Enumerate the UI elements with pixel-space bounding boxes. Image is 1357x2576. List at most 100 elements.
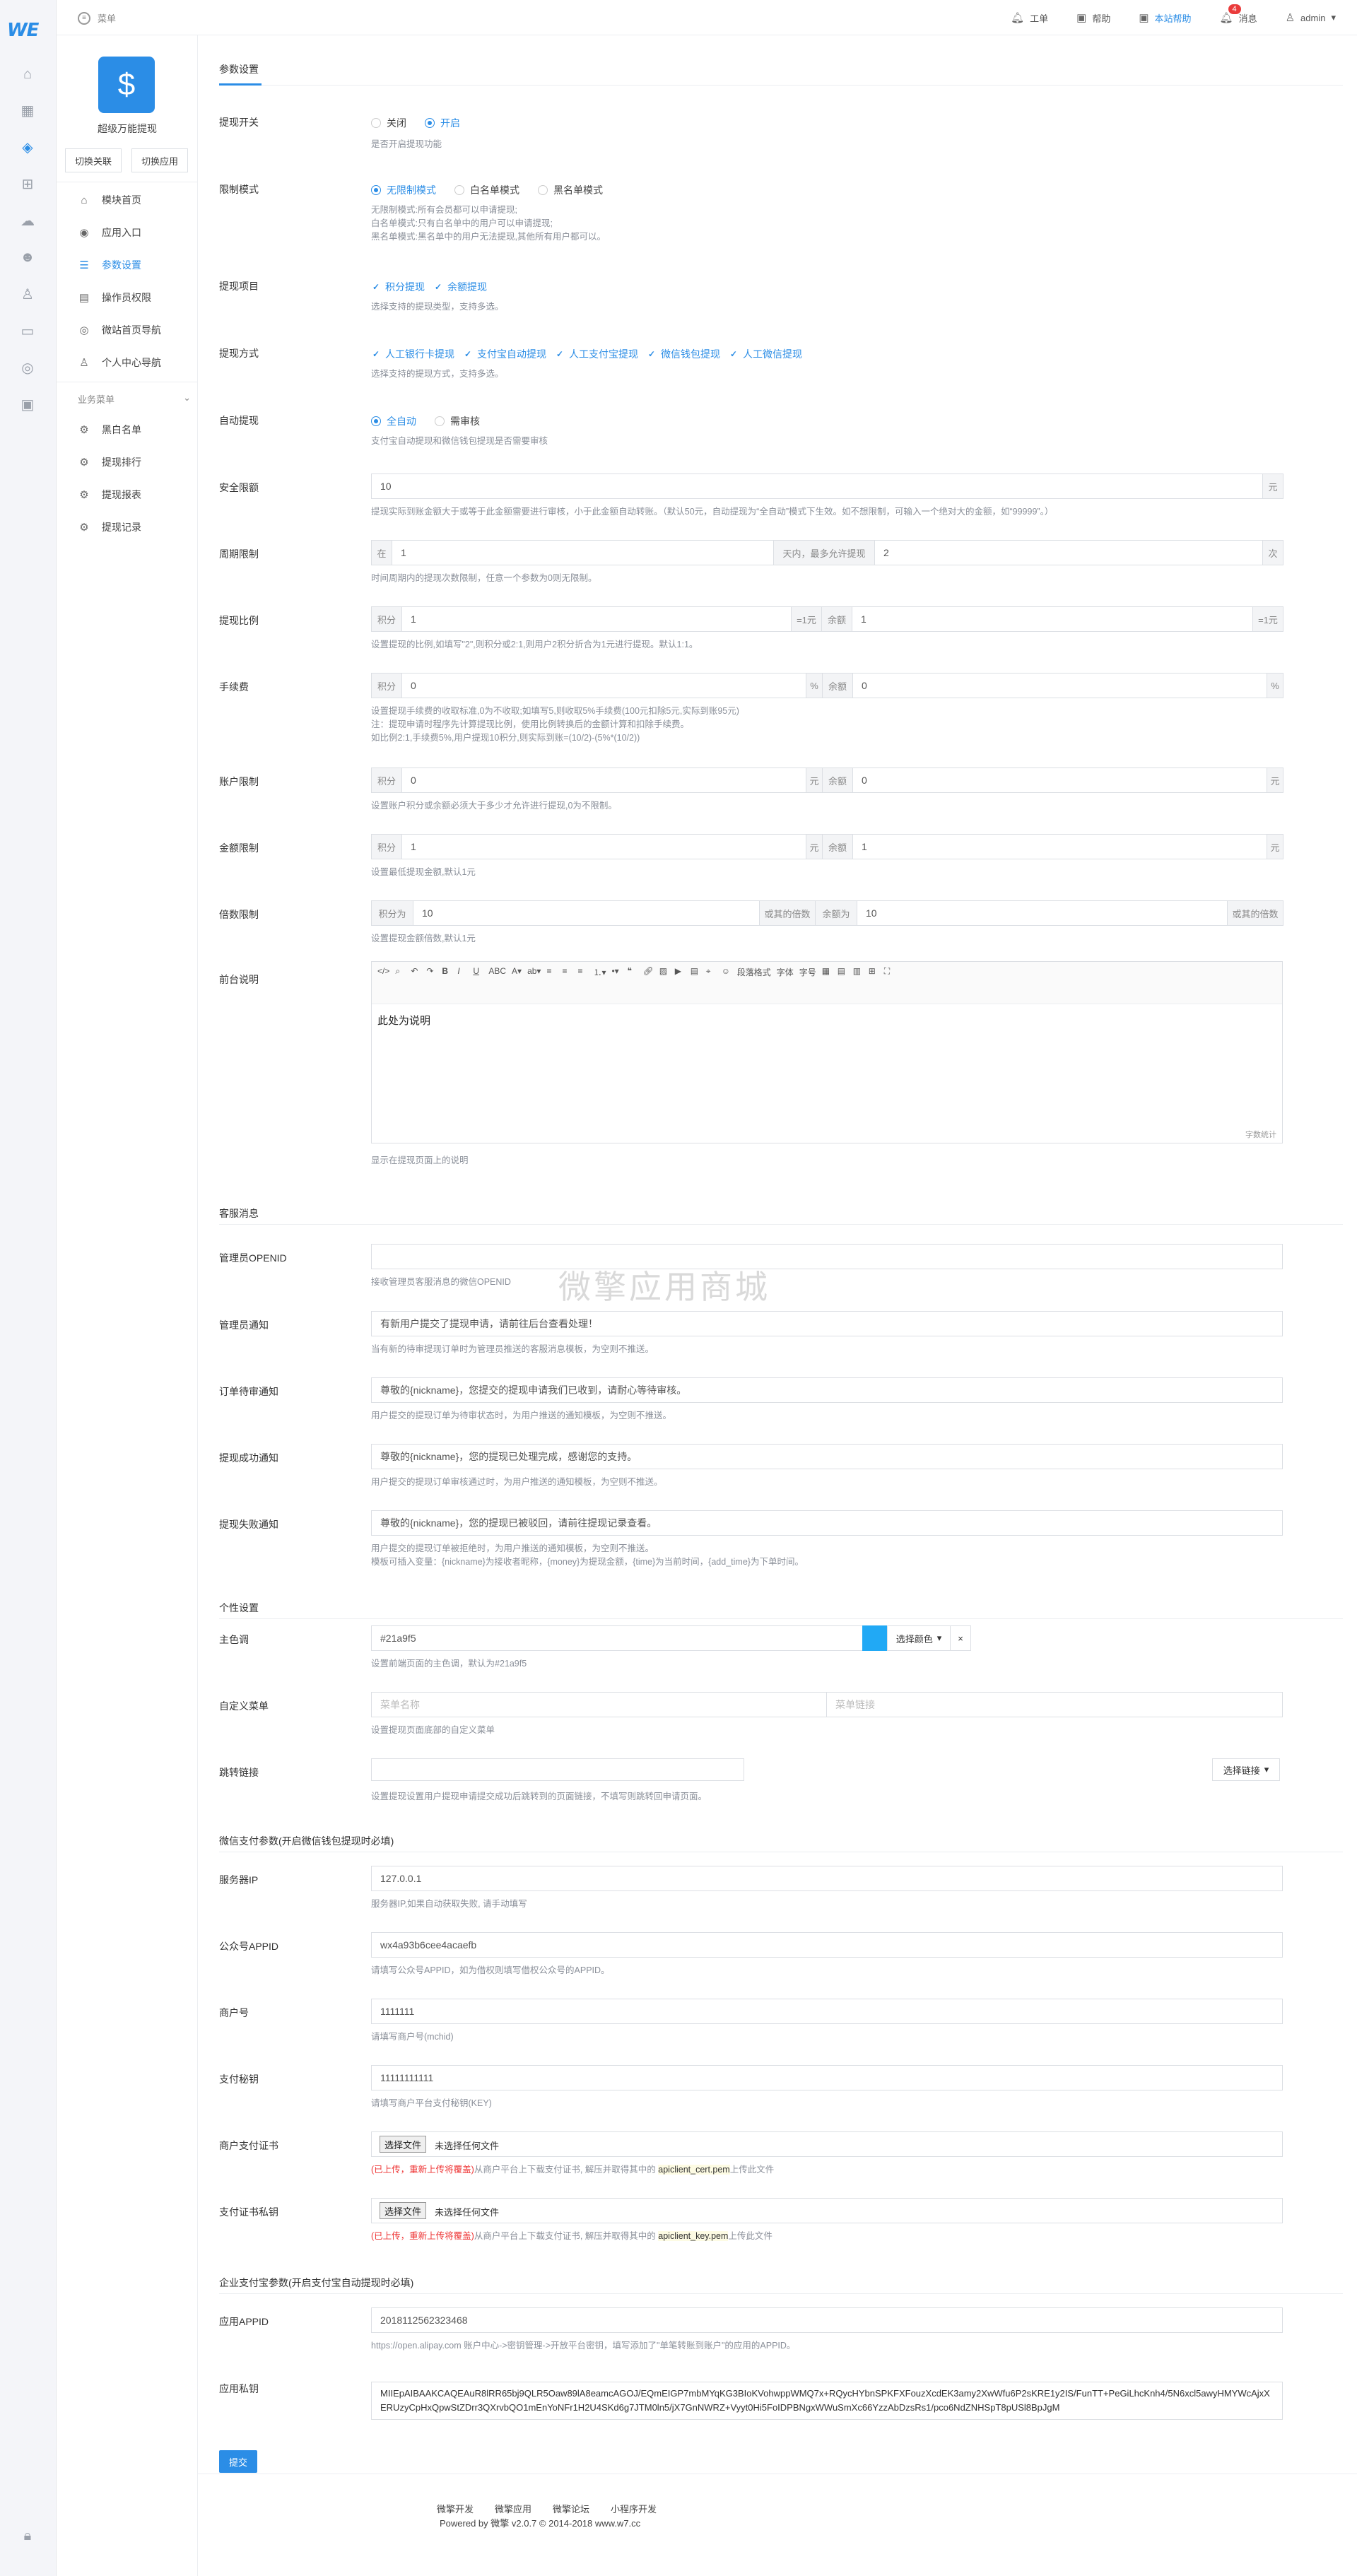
jump-input[interactable] [371,1758,744,1781]
emotion-icon[interactable]: ☺ [722,966,732,978]
footer-link-apps[interactable]: 微擎应用 [495,2502,531,2515]
ticket-link[interactable]: 🔔︎ 工单 [1011,11,1048,25]
redo-icon[interactable]: ↷ [426,966,436,978]
video-icon[interactable]: ▶ [675,966,685,978]
undo-icon[interactable]: ↶ [411,966,421,978]
table-icon[interactable]: ▦ [822,966,832,978]
grid-icon[interactable]: ▦ [18,101,37,119]
fee-points-input[interactable]: 0 [401,673,806,698]
method-alipay-auto-checkbox[interactable]: ✓ 支付宝自动提现 [463,347,546,361]
user-menu[interactable]: ♙ admin ▾ [1286,11,1336,24]
method-wechat-wallet-checkbox[interactable]: ✓ 微信钱包提现 [647,347,720,361]
auto-full-radio[interactable]: 全自动 [371,414,416,428]
limit-black-radio[interactable]: 黑名单模式 [538,183,603,197]
sidebar-item-settings[interactable]: ☰ 参数设置 [57,249,198,281]
admin-notice-input[interactable]: 有新用户提交了提现申请，请前往后台查看处理！ [371,1311,1283,1336]
menu-link-input[interactable]: 菜单链接 [826,1692,1283,1717]
rich-text-editor[interactable]: </> ⌕ ↶ ↷ B I U ABC A▾ ab▾ ≡ ≡ ≡ ⒈▾ •▾ ❝ 🔗︎ ▨ ▶ ▤ ⌖ ☺ 段落格式… [371,961,1283,1143]
merge-icon[interactable]: ⊞ [869,966,879,978]
store-icon[interactable]: ▣ [18,395,37,413]
multiple-points-input[interactable]: 10 [413,900,760,926]
sidebar-item-report[interactable]: ⚙ 提现报表 [57,478,198,511]
users-icon[interactable]: ☻ [18,248,37,266]
globe-icon[interactable]: ◎ [18,358,37,377]
italic-icon[interactable]: I [457,966,467,978]
help-link[interactable]: ▣ 帮助 [1076,11,1110,25]
sidebar-item-personal-nav[interactable]: ♙ 个人中心导航 [57,346,198,379]
link-icon[interactable]: 🔗︎ [642,966,653,978]
method-alipay-manual-checkbox[interactable]: ✓ 人工支付宝提现 [555,347,638,361]
zoom-icon[interactable]: ⌕ [395,966,405,978]
submit-button[interactable]: 提交 [219,2450,257,2473]
alipay-key-textarea[interactable]: MIIEpAIBAAKCAQEAuR8lRR65bj9QLR5Oaw89lA8e… [371,2382,1283,2420]
align-left-icon[interactable]: ≡ [546,966,556,978]
min-balance-input[interactable]: 1 [852,834,1267,859]
cert-file-button[interactable]: 选择文件 [380,2136,427,2153]
fail-notice-input[interactable]: 尊敬的{nickname}，您的提现已被驳回，请前往提现记录查看。 [371,1510,1283,1536]
align-center-icon[interactable]: ≡ [562,966,572,978]
paragraph-select[interactable]: 段落格式 [737,966,771,978]
business-menu-group[interactable]: 业务菜单 ⌄ [78,392,191,406]
account-balance-input[interactable]: 0 [852,767,1267,793]
cloud-icon[interactable]: ☁ [18,211,37,230]
certkey-file-button[interactable]: 选择文件 [380,2202,427,2219]
bold-icon[interactable]: B [442,966,452,978]
image-icon[interactable]: ▨ [659,966,669,978]
table-col-icon[interactable]: ▥ [853,966,863,978]
fullscreen-icon[interactable]: ⛶ [884,966,894,978]
user-icon[interactable]: ♙ [18,285,37,303]
appid-input[interactable]: wx4a93b6cee4acaefb [371,1932,1283,1958]
editor-content[interactable]: 此处为说明 [372,1004,1282,1036]
ordered-list-icon[interactable]: ⒈▾ [593,966,606,978]
alipay-appid-input[interactable]: 2018112562323468 [371,2307,1283,2333]
footer-link-dev[interactable]: 微擎开发 [437,2502,474,2515]
align-right-icon[interactable]: ≡ [577,966,587,978]
site-help-link[interactable]: ▣ 本站帮助 [1139,11,1191,25]
menu-name-input[interactable]: 菜单名称 [371,1692,827,1717]
switch-relation-button[interactable]: 切换关联 [65,148,122,172]
footer-link-forum[interactable]: 微擎论坛 [553,2502,589,2515]
site-logo[interactable]: WE [7,20,39,41]
font-color-icon[interactable]: A▾ [512,966,522,978]
monitor-icon[interactable]: ▭ [18,322,37,340]
unordered-list-icon[interactable]: •▾ [611,966,621,978]
account-points-input[interactable]: 0 [401,767,806,793]
clear-color-button[interactable]: × [950,1625,971,1651]
ip-input[interactable]: 127.0.0.1 [371,1866,1283,1891]
openid-input[interactable] [371,1244,1283,1269]
safe-input[interactable]: 10 [371,474,1263,499]
sidebar-item-module-home[interactable]: ⌂ 模块首页 [57,184,198,216]
switch-app-button[interactable]: 切换应用 [131,148,188,172]
ratio-points-input[interactable]: 1 [401,606,792,632]
switch-off-radio[interactable]: 关闭 [371,116,406,130]
switch-on-radio[interactable]: 开启 [425,116,460,130]
sidebar-item-blackwhite[interactable]: ⚙ 黑白名单 [57,413,198,446]
period-days-input[interactable]: 1 [392,540,774,565]
sidebar-item-app-entry[interactable]: ◉ 应用入口 [57,216,198,249]
color-input[interactable]: #21a9f5 [371,1625,863,1651]
period-times-input[interactable]: 2 [874,540,1263,565]
bg-color-icon[interactable]: ab▾ [527,966,541,978]
lock-icon[interactable]: 🔒︎ [18,2527,37,2545]
success-notice-input[interactable]: 尊敬的{nickname}，您的提现已处理完成，感谢您的支持。 [371,1444,1283,1469]
multiple-balance-input[interactable]: 10 [857,900,1228,926]
method-bank-checkbox[interactable]: ✓ 人工银行卡提现 [371,347,454,361]
min-points-input[interactable]: 1 [401,834,806,859]
sidebar-item-records[interactable]: ⚙ 提现记录 [57,511,198,543]
menu-toggle[interactable]: ≡ 菜单 [78,11,116,25]
sidebar-item-operator[interactable]: ▤ 操作员权限 [57,281,198,314]
choose-color-button[interactable]: 选择颜色 ▾ [887,1625,951,1651]
font-select[interactable]: 字体 [777,966,794,978]
message-link[interactable]: 🔔︎ 消息 4 [1220,4,1257,25]
apps-icon[interactable]: ⊞ [18,175,37,193]
table-row-icon[interactable]: ▤ [838,966,847,978]
choose-link-button[interactable]: 选择链接 ▾ [1212,1758,1280,1781]
item-points-checkbox[interactable]: ✓ 积分提现 [371,280,425,294]
ratio-balance-input[interactable]: 1 [852,606,1253,632]
color-swatch[interactable] [862,1625,888,1651]
strike-icon[interactable]: ABC [488,966,506,978]
home-icon[interactable]: ⌂ [18,65,37,83]
underline-icon[interactable]: U [473,966,483,978]
sidebar-item-site-nav[interactable]: ◎ 微站首页导航 [57,314,198,346]
fontsize-select[interactable]: 字号 [799,966,816,978]
